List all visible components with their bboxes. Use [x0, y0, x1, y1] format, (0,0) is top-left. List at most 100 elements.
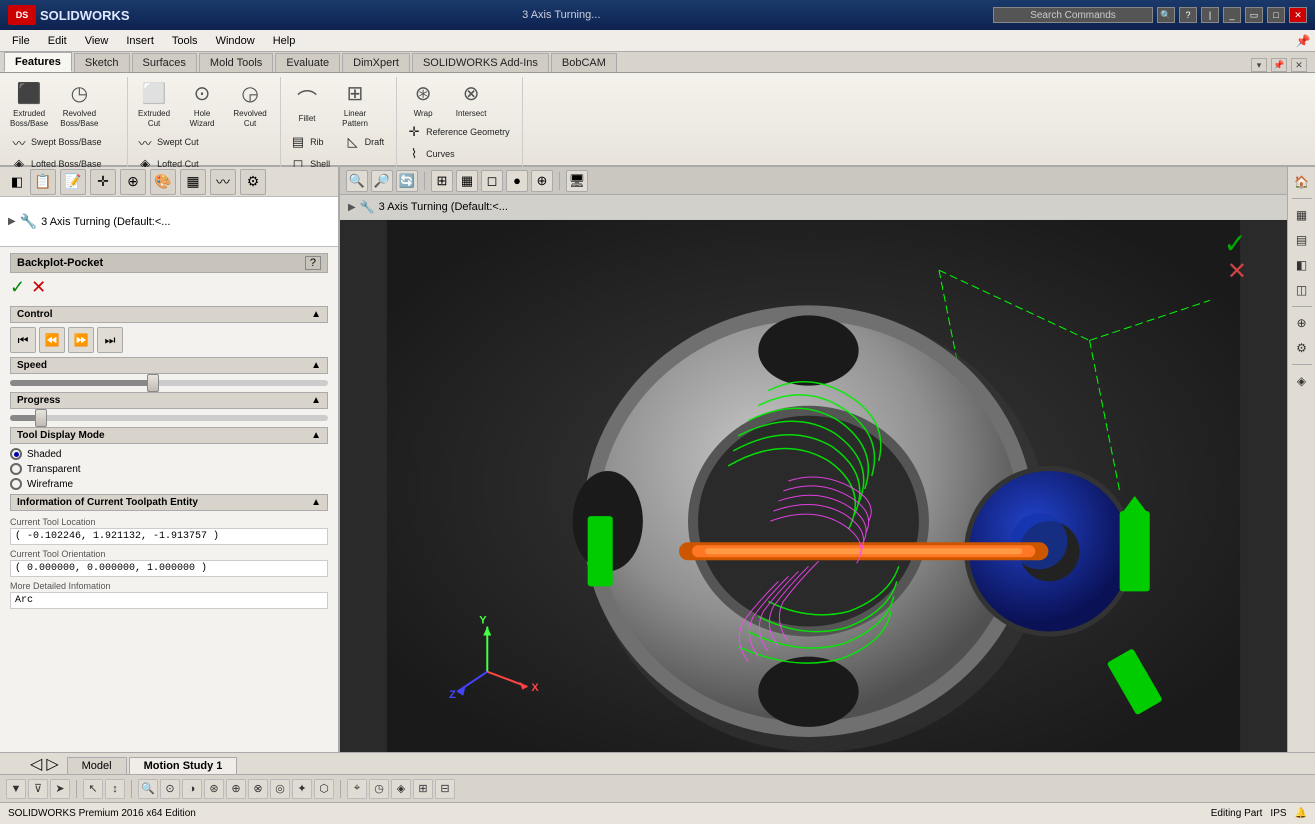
sbt-view5-btn[interactable]: ⊕ [226, 779, 246, 799]
ribbon-minimize[interactable]: ▾ [1251, 58, 1267, 72]
progress-slider-thumb[interactable] [35, 409, 47, 427]
sbt-snap5-btn[interactable]: ⊟ [435, 779, 455, 799]
extruded-boss-base-button[interactable]: ⬛ ExtrudedBoss/Base [6, 77, 52, 130]
intersect-button[interactable]: ⊗ Intersect [449, 77, 493, 120]
motion-study-tab[interactable]: Motion Study 1 [129, 757, 238, 774]
sbt-view4-btn[interactable]: ⊛ [204, 779, 224, 799]
ph-btn6[interactable]: ▦ [180, 169, 206, 195]
window-controls[interactable]: Search Commands 🔍 ? | _ ▭ □ ✕ [993, 7, 1307, 23]
ph-btn2[interactable]: 📝 [60, 169, 86, 195]
speed-slider-thumb[interactable] [147, 374, 159, 392]
vp-zoom-area-btn[interactable]: 🔎 [371, 170, 393, 192]
control-back-btn[interactable]: ⏪ [39, 327, 65, 353]
vp-rotate-btn[interactable]: 🔄 [396, 170, 418, 192]
sbt-snap3-btn[interactable]: ◈ [391, 779, 411, 799]
tab-surfaces[interactable]: Surfaces [132, 53, 197, 72]
sbt-view8-btn[interactable]: ✦ [292, 779, 312, 799]
hole-wizard-button[interactable]: ⊙ HoleWizard [180, 77, 224, 130]
rs-extra-btn[interactable]: ◈ [1291, 370, 1313, 392]
revolved-cut-button[interactable]: ◶ RevolvedCut [228, 77, 272, 130]
scroll-right-btn[interactable]: ▷ [46, 754, 58, 774]
control-start-btn[interactable]: ⏮ [10, 327, 36, 353]
menu-tools[interactable]: Tools [164, 33, 206, 49]
vp-monitor-btn[interactable]: 🖥 [566, 170, 588, 192]
sbt-filter-btn[interactable]: ▼ [6, 779, 26, 799]
info-section-header[interactable]: Information of Current Toolpath Entity ▲ [10, 494, 328, 511]
vp-view-btn[interactable]: ▦ [456, 170, 478, 192]
sbt-view6-btn[interactable]: ⊗ [248, 779, 268, 799]
rs-view2-btn[interactable]: ▤ [1291, 229, 1313, 251]
sbt-view2-btn[interactable]: ⊙ [160, 779, 180, 799]
menu-file[interactable]: File [4, 33, 38, 49]
rs-filter-btn[interactable]: ⚙ [1291, 337, 1313, 359]
draft-button[interactable]: ◺ Draft [340, 132, 389, 152]
sbt-snap4-btn[interactable]: ⊞ [413, 779, 433, 799]
ribbon-pin[interactable]: 📌 [1271, 58, 1287, 72]
rs-home-btn[interactable]: 🏠 [1291, 171, 1313, 193]
help-btn-panel[interactable]: ? [305, 256, 321, 270]
pin-menu[interactable]: 📌 [1295, 33, 1311, 49]
control-end-btn[interactable]: ⏭ [97, 327, 123, 353]
reference-geometry-button[interactable]: ✛ Reference Geometry [401, 122, 514, 142]
sbt-select-btn[interactable]: ➤ [50, 779, 70, 799]
radio-transparent[interactable]: Transparent [10, 463, 328, 475]
vp-scene-btn[interactable]: ⊕ [531, 170, 553, 192]
sbt-snap2-btn[interactable]: ◷ [369, 779, 389, 799]
vp-grid-btn[interactable]: ⊞ [431, 170, 453, 192]
menu-help[interactable]: Help [265, 33, 304, 49]
model-tab[interactable]: Model [67, 757, 127, 774]
speed-slider-track[interactable] [10, 380, 328, 386]
sbt-move-btn[interactable]: ↖ [83, 779, 103, 799]
progress-section-header[interactable]: Progress ▲ [10, 392, 328, 409]
tab-bobcam[interactable]: BobCAM [551, 53, 617, 72]
sbt-view9-btn[interactable]: ⬡ [314, 779, 334, 799]
help-btn[interactable]: ? [1179, 7, 1197, 23]
sbt-snap1-btn[interactable]: ⌖ [347, 779, 367, 799]
sbt-view-btn[interactable]: 🔍 [138, 779, 158, 799]
tab-evaluate[interactable]: Evaluate [275, 53, 340, 72]
tab-sketch[interactable]: Sketch [74, 53, 130, 72]
radio-shaded[interactable]: Shaded [10, 448, 328, 460]
rs-view3-btn[interactable]: ◧ [1291, 254, 1313, 276]
search-icon[interactable]: 🔍 [1157, 7, 1175, 23]
viewport-cancel[interactable]: ✕ [1227, 257, 1247, 286]
control-section-header[interactable]: Control ▲ [10, 306, 328, 323]
sbt-cursor-btn[interactable]: ↕ [105, 779, 125, 799]
cancel-button[interactable]: ✕ [31, 277, 46, 298]
curves-button[interactable]: ⌇ Curves [401, 144, 459, 164]
extruded-cut-button[interactable]: ⬜ ExtrudedCut [132, 77, 176, 130]
rs-view1-btn[interactable]: ▦ [1291, 204, 1313, 226]
scroll-left-btn[interactable]: ◁ [30, 754, 42, 774]
revolved-boss-base-button[interactable]: ◷ RevolvedBoss/Base [56, 77, 102, 130]
viewport[interactable]: 🔍 🔎 🔄 ⊞ ▦ ◻ ● ⊕ 🖥 ▶ 🔧 3 Axis Turning (De… [340, 167, 1287, 752]
menu-insert[interactable]: Insert [118, 33, 162, 49]
radio-wireframe[interactable]: Wireframe [10, 478, 328, 490]
sbt-view7-btn[interactable]: ◎ [270, 779, 290, 799]
minimize-btn[interactable]: _ [1223, 7, 1241, 23]
progress-slider-track[interactable] [10, 415, 328, 421]
restore-btn[interactable]: ▭ [1245, 7, 1263, 23]
vp-zoom-btn[interactable]: 🔍 [346, 170, 368, 192]
swept-boss-base-button[interactable]: 〰 Swept Boss/Base [6, 132, 106, 152]
confirm-button[interactable]: ✓ [10, 277, 25, 298]
menu-edit[interactable]: Edit [40, 33, 75, 49]
status-bell[interactable]: 🔔 [1295, 808, 1307, 819]
ph-btn5[interactable]: 🎨 [150, 169, 176, 195]
ph-btn1[interactable]: 📋 [30, 169, 56, 195]
linear-pattern-button[interactable]: ⊞ LinearPattern [333, 77, 377, 130]
viewport-confirm[interactable]: ✓ [1224, 227, 1247, 260]
swept-cut-button[interactable]: 〰 Swept Cut [132, 132, 203, 152]
speed-section-header[interactable]: Speed ▲ [10, 357, 328, 374]
search-commands[interactable]: Search Commands [993, 7, 1153, 23]
tab-mold-tools[interactable]: Mold Tools [199, 53, 273, 72]
fillet-button[interactable]: ⌒ Fillet [285, 82, 329, 125]
maximize-btn[interactable]: □ [1267, 7, 1285, 23]
ph-btn8[interactable]: ⚙ [240, 169, 266, 195]
rs-view4-btn[interactable]: ◫ [1291, 279, 1313, 301]
tool-display-section-header[interactable]: Tool Display Mode ▲ [10, 427, 328, 444]
sbt-view3-btn[interactable]: ◑ [182, 779, 202, 799]
panel-close[interactable]: ✕ [1291, 58, 1307, 72]
control-forward-btn[interactable]: ⏩ [68, 327, 94, 353]
close-btn[interactable]: ✕ [1289, 7, 1307, 23]
ph-btn7[interactable]: 〰 [210, 169, 236, 195]
